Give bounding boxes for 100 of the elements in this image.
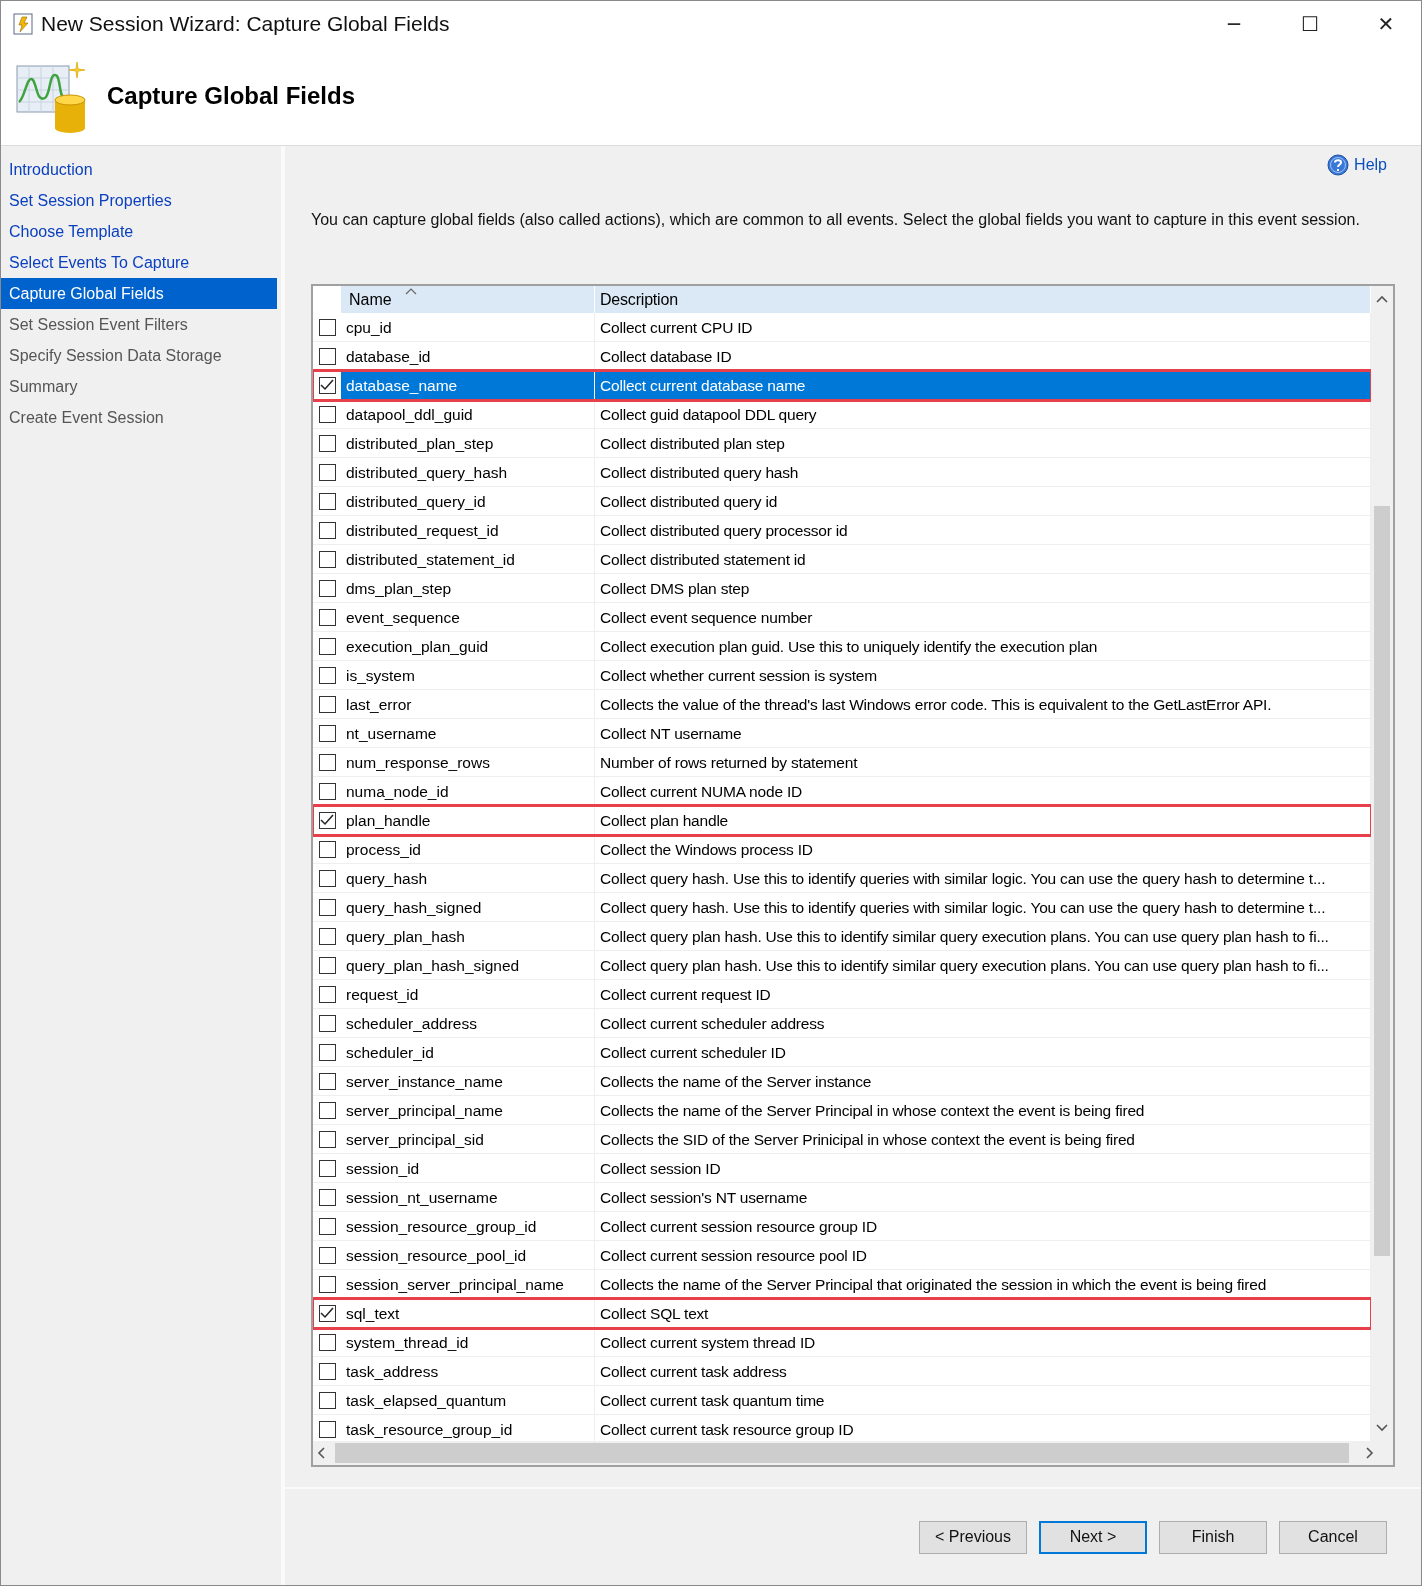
checkbox[interactable] [318, 318, 336, 336]
table-row[interactable]: is_system Collect whether current session is system [313, 661, 1371, 690]
table-row[interactable]: query_hash_signed Collect query hash. Use this to identify queries with similar logic. You can use the query hash to determine t... [313, 893, 1371, 922]
checkbox[interactable] [318, 405, 336, 423]
checkbox[interactable] [318, 1420, 336, 1438]
checkbox[interactable] [318, 492, 336, 510]
checkbox[interactable] [318, 1391, 336, 1409]
table-row[interactable]: server_principal_sid Collects the SID of the Server Prinicipal in whose context the event is being fired [313, 1125, 1371, 1154]
table-row[interactable]: distributed_request_id Collect distributed query processor id [313, 516, 1371, 545]
sidebar-item[interactable]: Introduction [1, 154, 281, 185]
table-row[interactable]: query_hash Collect query hash. Use this to identify queries with similar logic. You can use the query hash to determine t... [313, 864, 1371, 893]
checkbox[interactable] [318, 1275, 336, 1293]
table-row[interactable]: session_id Collect session ID [313, 1154, 1371, 1183]
table-row[interactable]: query_plan_hash Collect query plan hash. Use this to identify similar query execution plans. You can use query plan hash to fi... [313, 922, 1371, 951]
sidebar-item[interactable]: Choose Template [1, 216, 281, 247]
checkbox[interactable] [318, 1333, 336, 1351]
checkbox[interactable] [318, 1188, 336, 1206]
checkbox[interactable] [318, 1072, 336, 1090]
checkbox[interactable] [318, 1014, 336, 1032]
checkbox[interactable] [318, 347, 336, 365]
help-link[interactable]: Help [1327, 154, 1387, 176]
table-row[interactable]: server_principal_name Collects the name of the Server Principal in whose context the event is being fired [313, 1096, 1371, 1125]
name-cell: distributed_plan_step [341, 429, 595, 458]
checkbox[interactable] [318, 637, 336, 655]
checkbox[interactable] [318, 898, 336, 916]
table-row[interactable]: server_instance_name Collects the name of the Server instance [313, 1067, 1371, 1096]
checkbox[interactable] [318, 376, 336, 394]
wizard-button[interactable]: < Previous [919, 1520, 1027, 1554]
table-row[interactable]: nt_username Collect NT username [313, 719, 1371, 748]
close-button[interactable]: ✕ [1351, 1, 1421, 47]
table-row[interactable]: task_elapsed_quantum Collect current task quantum time [313, 1386, 1371, 1415]
checkbox[interactable] [318, 579, 336, 597]
table-row[interactable]: database_id Collect database ID [313, 342, 1371, 371]
highlighted-row[interactable]: sql_text Collect SQL text [313, 1299, 1371, 1328]
checkbox[interactable] [318, 434, 336, 452]
checkbox[interactable] [318, 666, 336, 684]
checkbox[interactable] [318, 1043, 336, 1061]
table-row[interactable]: distributed_query_hash Collect distributed query hash [313, 458, 1371, 487]
wizard-button[interactable]: Next > [1039, 1520, 1147, 1554]
checkbox[interactable] [318, 1217, 336, 1235]
table-row[interactable]: numa_node_id Collect current NUMA node ID [313, 777, 1371, 806]
minimize-button[interactable]: ─ [1199, 1, 1269, 47]
table-row[interactable]: num_response_rows Number of rows returned by statement [313, 748, 1371, 777]
checkbox[interactable] [318, 811, 336, 829]
table-row[interactable]: session_nt_username Collect session's NT username [313, 1183, 1371, 1212]
table-row[interactable]: scheduler_address Collect current scheduler address [313, 1009, 1371, 1038]
checkbox[interactable] [318, 1246, 336, 1264]
table-row[interactable]: last_error Collects the value of the thread's last Windows error code. This is equivalent to the GetLastError API. [313, 690, 1371, 719]
table-row[interactable]: execution_plan_guid Collect execution plan guid. Use this to uniquely identify the execution plan [313, 632, 1371, 661]
wizard-button[interactable]: Cancel [1279, 1520, 1387, 1554]
vertical-scrollbar[interactable] [1371, 286, 1393, 1441]
checkbox[interactable] [318, 1101, 336, 1119]
table-row[interactable]: event_sequence Collect event sequence number [313, 603, 1371, 632]
description-cell: Collect session ID [595, 1154, 1371, 1183]
column-header[interactable]: Name [341, 286, 595, 313]
table-row[interactable]: query_plan_hash_signed Collect query plan hash. Use this to identify similar query execution plans. You can use query plan hash to fi... [313, 951, 1371, 980]
table-row[interactable]: distributed_plan_step Collect distributed plan step [313, 429, 1371, 458]
checkbox[interactable] [318, 1159, 336, 1177]
table-row[interactable]: distributed_statement_id Collect distributed statement id [313, 545, 1371, 574]
checkbox[interactable] [318, 521, 336, 539]
table-row[interactable]: distributed_query_id Collect distributed query id [313, 487, 1371, 516]
name-cell: process_id [341, 835, 595, 864]
column-header[interactable]: Description [595, 286, 1371, 313]
scroll-down-icon[interactable] [1375, 1423, 1389, 1433]
table-row[interactable]: datapool_ddl_guid Collect guid datapool DDL query [313, 400, 1371, 429]
checkbox[interactable] [318, 927, 336, 945]
checkbox[interactable] [318, 956, 336, 974]
checkbox[interactable] [318, 753, 336, 771]
table-row[interactable]: request_id Collect current request ID [313, 980, 1371, 1009]
table-row[interactable]: dms_plan_step Collect DMS plan step [313, 574, 1371, 603]
table-row[interactable]: task_address Collect current task address [313, 1357, 1371, 1386]
checkbox[interactable] [318, 463, 336, 481]
table-row[interactable]: session_resource_pool_id Collect current session resource pool ID [313, 1241, 1371, 1270]
checkbox[interactable] [318, 1362, 336, 1380]
checkbox[interactable] [318, 608, 336, 626]
description-cell: Collect session's NT username [595, 1183, 1371, 1212]
table-row[interactable]: session_resource_group_id Collect current session resource group ID [313, 1212, 1371, 1241]
checkbox[interactable] [318, 724, 336, 742]
table-row[interactable]: cpu_id Collect current CPU ID [313, 313, 1371, 342]
maximize-button[interactable]: ☐ [1275, 1, 1345, 47]
checkbox[interactable] [318, 985, 336, 1003]
table-row[interactable]: session_server_principal_name Collects the name of the Server Principal that originated the session in which the event is being fired [313, 1270, 1371, 1299]
sidebar-item[interactable]: Capture Global Fields [1, 278, 277, 309]
checkbox[interactable] [318, 550, 336, 568]
horizontal-scrollbar[interactable] [313, 1441, 1393, 1465]
checkbox[interactable] [318, 1130, 336, 1148]
highlighted-row[interactable]: plan_handle Collect plan handle [313, 806, 1371, 835]
table-row[interactable]: process_id Collect the Windows process ID [313, 835, 1371, 864]
scroll-up-icon[interactable] [1375, 294, 1389, 304]
sidebar-item[interactable]: Set Session Properties [1, 185, 281, 216]
checkbox[interactable] [318, 869, 336, 887]
checkbox[interactable] [318, 840, 336, 858]
table-row[interactable]: system_thread_id Collect current system thread ID [313, 1328, 1371, 1357]
sidebar-item[interactable]: Select Events To Capture [1, 247, 281, 278]
checkbox[interactable] [318, 782, 336, 800]
wizard-button[interactable]: Finish [1159, 1520, 1267, 1554]
highlighted-row[interactable]: database_name Collect current database name [313, 371, 1371, 400]
checkbox[interactable] [318, 1304, 336, 1322]
checkbox[interactable] [318, 695, 336, 713]
table-row[interactable]: scheduler_id Collect current scheduler ID [313, 1038, 1371, 1067]
